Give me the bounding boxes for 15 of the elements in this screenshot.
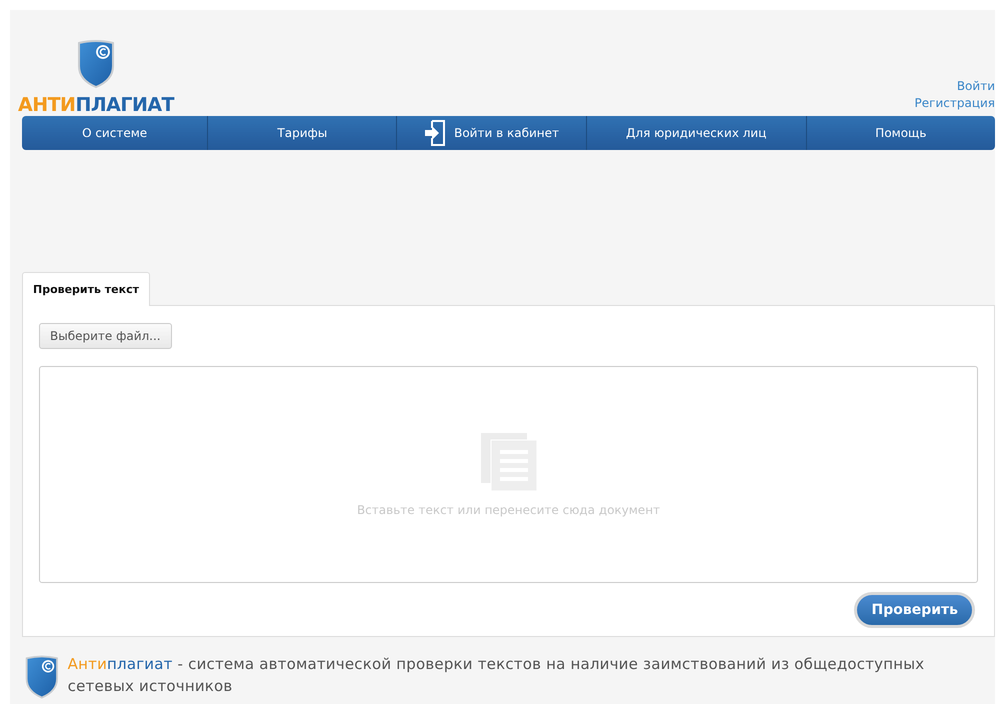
shield-icon — [24, 653, 60, 701]
nav-item[interactable]: Помощь — [806, 116, 995, 150]
shield-icon — [76, 40, 116, 88]
sign-in-icon — [424, 120, 446, 146]
account-link[interactable]: Войти — [956, 78, 995, 95]
logo-text: АНТИПЛАГИАТ — [18, 94, 174, 116]
choose-file-button[interactable]: Выберите файл... — [39, 323, 172, 349]
nav-item[interactable]: Тарифы — [207, 116, 396, 150]
nav-item[interactable]: Войти в кабинет — [396, 116, 586, 150]
tab[interactable]: Проверить текст — [22, 272, 150, 306]
account-link[interactable]: Регистрация — [914, 95, 995, 112]
nav-item[interactable]: Для юридических лиц — [586, 116, 806, 150]
nav-item[interactable]: О системе — [22, 116, 208, 150]
check-button[interactable]: Проверить — [854, 592, 975, 628]
footer-description: Антиплагиат - система автоматической проверки текстов на наличие заимствований из общедоступных сетевых источников — [68, 654, 926, 697]
